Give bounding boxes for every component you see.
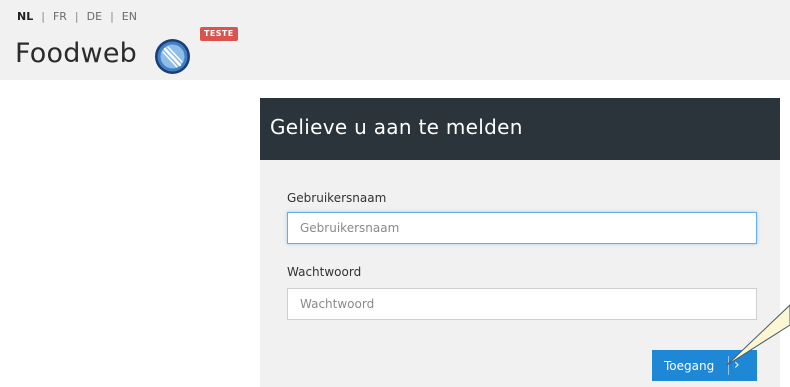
language-en[interactable]: EN (122, 10, 137, 23)
language-fr[interactable]: FR (53, 10, 67, 23)
submit-button-label: Toegang (664, 358, 715, 373)
fork-knife-circle-icon (155, 39, 190, 74)
brand-name: Foodweb (15, 38, 137, 69)
language-separator: | (74, 10, 79, 23)
login-title: Gelieve u aan te melden (270, 115, 523, 139)
language-de[interactable]: DE (87, 10, 102, 23)
login-panel-header: Gelieve u aan te melden (260, 98, 780, 160)
top-bar: NL | FR | DE | EN Foodweb TESTE (0, 0, 790, 80)
button-divider (728, 356, 729, 375)
language-separator: | (110, 10, 114, 23)
username-label: Gebruikersnaam (287, 191, 387, 205)
language-switcher: NL | FR | DE | EN (17, 10, 137, 23)
password-input[interactable] (287, 288, 757, 320)
password-label: Wachtwoord (287, 265, 362, 279)
test-environment-badge: TESTE (200, 27, 238, 41)
language-nl[interactable]: NL (17, 10, 33, 23)
chevron-right-icon: › (734, 357, 740, 373)
language-separator: | (41, 10, 45, 23)
username-input[interactable] (287, 212, 757, 244)
login-panel: Gelieve u aan te melden Gebruikersnaam W… (260, 98, 780, 387)
login-submit-button[interactable]: Toegang › (652, 350, 757, 381)
